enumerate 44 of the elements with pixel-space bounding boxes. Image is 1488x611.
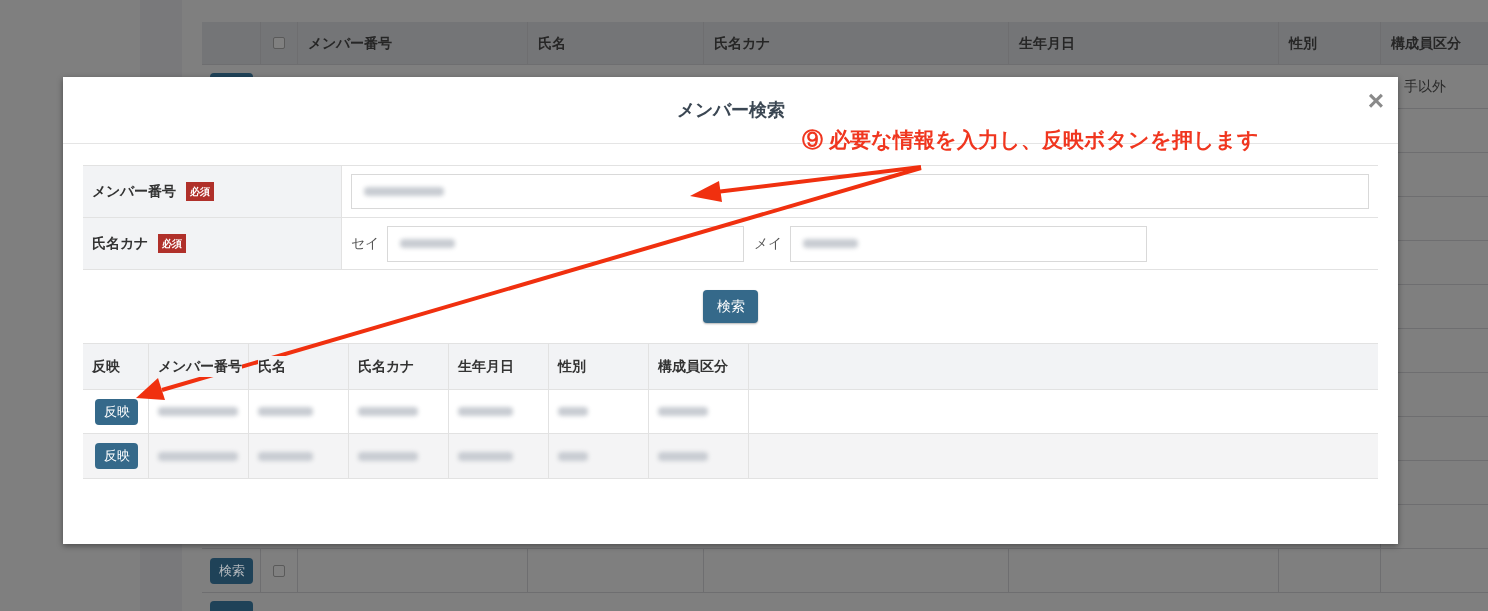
input-field[interactable]: [351, 174, 1369, 209]
column-header: 氏名カナ: [714, 33, 770, 53]
blurred-value: [258, 451, 313, 461]
column-header: 構成員区分: [658, 356, 728, 377]
field-label: メイ: [754, 234, 782, 253]
input-field[interactable]: [790, 225, 1147, 262]
annotation-text: ⑨ 必要な情報を入力し、反映ボタンを押します: [802, 127, 1259, 154]
column-header: 性別: [558, 356, 586, 377]
blurred-value: [558, 451, 588, 461]
blurred-value: [803, 239, 858, 248]
column-header: 性別: [1289, 33, 1317, 53]
search-button[interactable]: 検索: [210, 557, 253, 584]
modal-title: メンバー検索: [676, 98, 785, 122]
blurred-value: [400, 239, 455, 248]
input-field[interactable]: [387, 225, 744, 262]
close-button[interactable]: ×: [1367, 87, 1384, 115]
column-header: 氏名: [258, 356, 286, 377]
column-header: メンバー番号: [158, 356, 242, 377]
required-badge: 必須: [158, 234, 186, 253]
required-badge: 必須: [186, 182, 214, 201]
column-header: 氏名カナ: [358, 356, 414, 377]
blurred-value: [558, 407, 588, 416]
blurred-value: [458, 407, 513, 416]
column-header: 反映: [92, 356, 120, 377]
blurred-value: [358, 451, 418, 461]
apply-button[interactable]: 反映: [95, 398, 138, 425]
table-cell-text: 手以外: [1404, 77, 1446, 96]
field-label: セイ: [351, 234, 379, 253]
column-header: メンバー番号: [308, 33, 392, 53]
checkbox[interactable]: [273, 564, 285, 577]
blurred-value: [258, 407, 313, 416]
field-label: メンバー番号: [92, 182, 176, 201]
blurred-value: [658, 407, 708, 416]
blurred-value: [458, 451, 513, 461]
column-header: 生年月日: [458, 356, 514, 377]
blurred-value: [658, 451, 708, 461]
column-header: 氏名: [538, 33, 566, 53]
column-header: 構成員区分: [1391, 33, 1461, 53]
blurred-value: [358, 407, 418, 416]
field-label: 氏名カナ: [92, 234, 148, 253]
apply-button[interactable]: 反映: [95, 443, 138, 469]
checkbox[interactable]: [273, 37, 285, 49]
search-button[interactable]: 検索: [703, 290, 758, 323]
column-header: 生年月日: [1019, 33, 1075, 53]
